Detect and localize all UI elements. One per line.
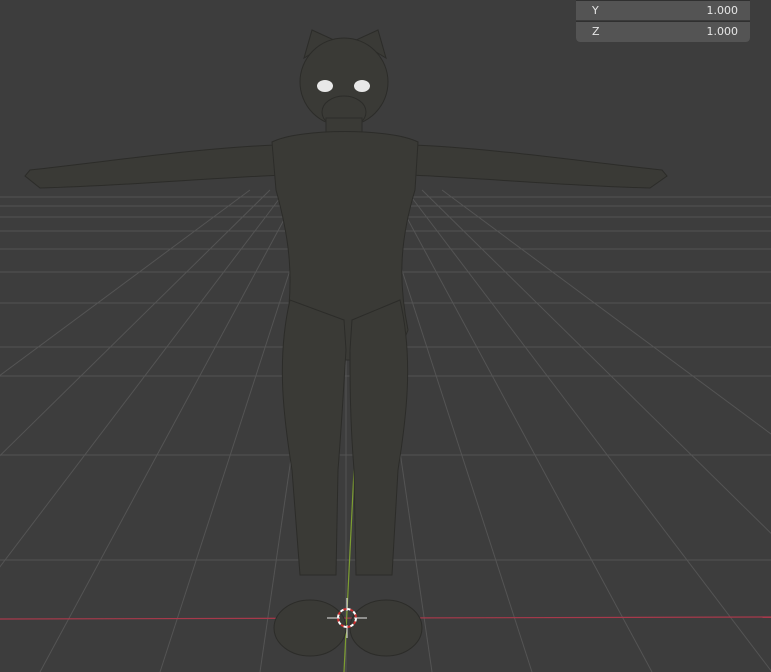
transform-panel: Y 1.000 Z 1.000: [576, 0, 750, 42]
scale-y-field[interactable]: Y 1.000: [576, 1, 750, 21]
axis-value-z: 1.000: [706, 25, 739, 38]
axis-label-y: Y: [592, 4, 599, 17]
axis-label-z: Z: [592, 25, 600, 38]
axis-value-y: 1.000: [706, 4, 739, 17]
viewport-scene: [0, 29, 771, 672]
3d-cursor-icon[interactable]: [327, 598, 367, 638]
right-eye: [354, 80, 370, 92]
left-eye: [317, 80, 333, 92]
scale-z-field[interactable]: Z 1.000: [576, 22, 750, 42]
3d-viewport[interactable]: Y 1.000 Z 1.000: [0, 0, 771, 672]
